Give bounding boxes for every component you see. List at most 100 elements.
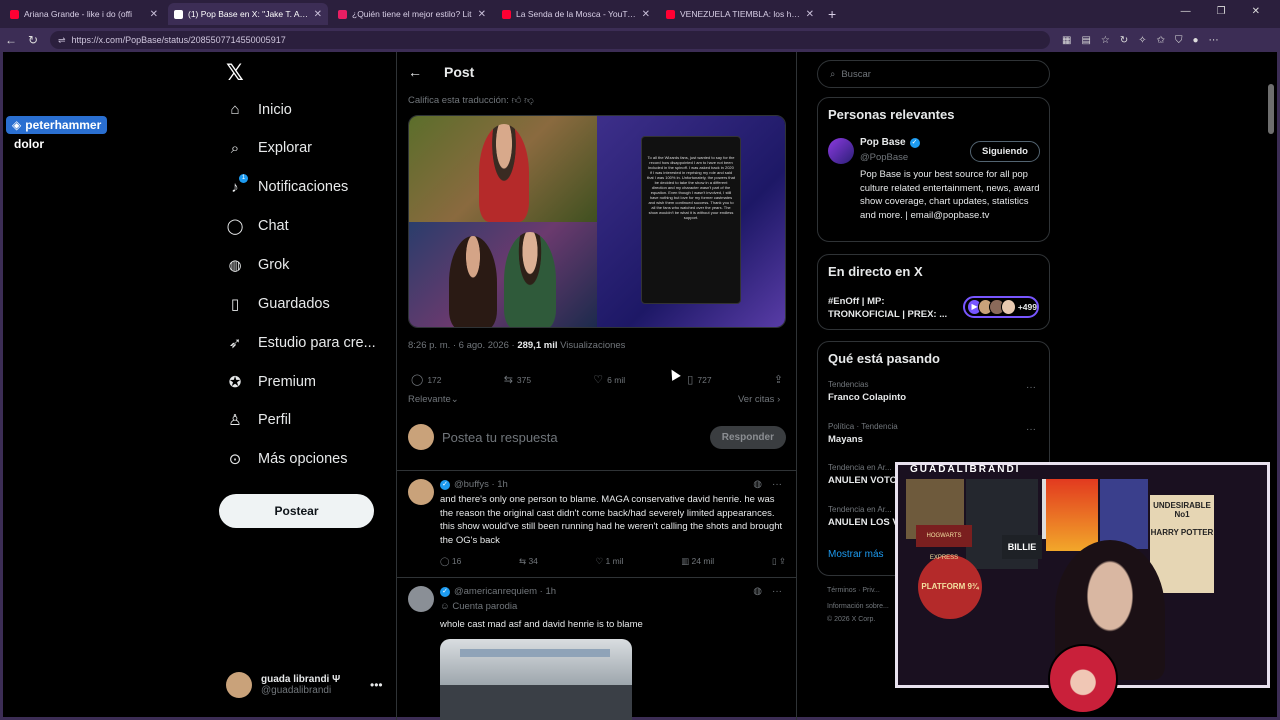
sidebar-item-estudio[interactable]: ➶ Estudio para cre...	[226, 334, 376, 352]
trend-item[interactable]: Política · Tendencia Mayans	[828, 422, 898, 445]
following-button[interactable]: Siguiendo	[970, 141, 1040, 162]
profile-name-text: Pop Base	[860, 137, 906, 148]
reply-tweet[interactable]: ✓ @buffys · 1h ◍ ··· and there's only one …	[408, 479, 786, 571]
x-logo-icon[interactable]: 𝕏	[226, 60, 244, 86]
live-listeners[interactable]: ▶ +499	[963, 296, 1039, 318]
webcam-title: GUADALIBRANDI	[910, 464, 1021, 475]
tab-favicon-icon	[666, 9, 675, 19]
sidebar-item-más[interactable]: ⊙ Más opciones	[226, 450, 348, 469]
show-more-link[interactable]: Mostrar más	[828, 549, 884, 560]
sort-dropdown[interactable]: Relevante⌄	[408, 394, 459, 405]
close-tab-icon[interactable]: ✕	[478, 9, 486, 20]
sidebar-item-explorar[interactable]: ⌕ Explorar	[226, 140, 312, 157]
reply-button[interactable]: ◯ 16	[440, 556, 461, 567]
back-icon[interactable]: ←	[0, 33, 22, 47]
sidebar-item-premium[interactable]: ✪ Premium	[226, 373, 316, 391]
listener-avatar	[1000, 299, 1016, 315]
live-space-title[interactable]: #EnOff | MP: TRONKOFICIAL | PREX: ...	[828, 295, 953, 321]
back-arrow-icon[interactable]: ←	[408, 64, 422, 80]
sidebar-item-label: Perfil	[258, 412, 292, 429]
extensions-icon[interactable]: ✧	[1138, 35, 1146, 46]
close-window-icon[interactable]: ✕	[1252, 6, 1260, 17]
tweet-image[interactable]	[440, 639, 632, 720]
trend-item[interactable]: Tendencia en Ar... ANULEN VOTO	[828, 463, 897, 486]
like-button[interactable]: ♡ 1 mil	[596, 556, 624, 567]
post-actions: ◯ 172 ⇆ 375 ♡ 6 mil ▯ 727 ⇪	[411, 373, 783, 386]
post-media[interactable]: To all the Wizards fans, just wanted to …	[408, 115, 786, 328]
scrollbar[interactable]	[1268, 84, 1274, 134]
chevron-right-icon: ›	[777, 394, 781, 405]
reload-icon[interactable]: ↻	[22, 33, 44, 47]
reply-input[interactable]: Postea tu respuesta	[442, 430, 702, 445]
grok-icon: ◍	[228, 257, 242, 275]
person-figure	[449, 236, 497, 327]
close-tab-icon[interactable]: ✕	[150, 9, 158, 20]
browser-tab[interactable]: Ariana Grande - like i do (offi ✕	[4, 3, 164, 25]
restore-icon[interactable]: ❐	[1217, 6, 1226, 17]
star-icon[interactable]: ☆	[1101, 35, 1110, 46]
profile-name[interactable]: Pop Base ✓	[860, 137, 920, 148]
views-count: 24 mil	[691, 556, 715, 566]
more-dots-icon[interactable]: ···	[772, 479, 782, 490]
sidebar-item-chat[interactable]: ◯ Chat	[226, 217, 289, 235]
avatar	[408, 586, 434, 612]
profile-avatar[interactable]: ●	[1193, 35, 1199, 46]
repost-button[interactable]: ⇆ 375	[504, 373, 531, 386]
sidebar-item-grok[interactable]: ◍ Grok	[226, 256, 289, 274]
browser-tab[interactable]: ¿Quién tiene el mejor estilo? Lit ✕	[332, 3, 492, 25]
trend-item[interactable]: Tendencias Franco Colapinto	[828, 380, 906, 403]
bookmark-button[interactable]: ▯ 727	[687, 373, 711, 386]
bookmark-button[interactable]: ▯ ⇪	[772, 556, 786, 567]
quotes-link[interactable]: Ver citas ›	[738, 394, 780, 405]
url-field[interactable]: ⇌ https://x.com/PopBase/status/208550771…	[50, 31, 1050, 49]
more-icon: ⊙	[228, 451, 242, 469]
bookmark-count: 727	[697, 374, 712, 385]
notification-badge: 1	[239, 173, 248, 183]
sidebar-item-notificaciones[interactable]: ♪ 1 Notificaciones	[226, 173, 348, 196]
footer-links[interactable]: Términos · Priv...	[827, 587, 880, 594]
reader-icon[interactable]: ▤	[1081, 35, 1090, 46]
sidebar-item-perfil[interactable]: ♙ Perfil	[226, 411, 291, 429]
new-tab-icon[interactable]: +	[828, 6, 836, 22]
site-info-icon[interactable]: ⇌	[58, 35, 66, 46]
avatar[interactable]	[828, 138, 854, 164]
post-button[interactable]: Postear	[219, 494, 374, 528]
reply-count: 16	[451, 556, 462, 566]
reply-button[interactable]: ◯ 172	[411, 373, 442, 386]
repost-button[interactable]: ⇆ 34	[519, 556, 538, 567]
views-button[interactable]: ▥ 24 mil	[681, 556, 714, 567]
thumbs-down-icon[interactable]: 👎︎	[524, 95, 534, 106]
shield-icon[interactable]: ⛉	[1175, 35, 1183, 46]
browser-tab[interactable]: VENEZUELA TIEMBLA: los héroes ✕	[660, 3, 820, 25]
minimize-icon[interactable]: —	[1181, 6, 1191, 17]
browser-tab[interactable]: (1) Pop Base en X: "Jake T. Austin ✕	[168, 3, 328, 25]
thumbs-up-icon[interactable]: 👍︎	[512, 95, 522, 106]
chat-icon: ◯	[226, 218, 244, 236]
sidebar-item-inicio[interactable]: ⌂ Inicio	[226, 101, 291, 118]
tweet-handle: @buffys · 1h	[454, 479, 508, 490]
footer-info[interactable]: Información sobre...	[827, 603, 889, 610]
close-tab-icon[interactable]: ✕	[806, 9, 814, 20]
share-button[interactable]: ⇪	[774, 373, 783, 386]
grok-icon[interactable]: ◍	[753, 586, 762, 597]
refresh-page-icon[interactable]: ↻	[1120, 35, 1128, 46]
browser-tab[interactable]: La Senda de la Mosca - YouTube ✕	[496, 3, 656, 25]
reply-submit-button[interactable]: Responder	[709, 425, 786, 449]
account-name: guada librandi Ψ	[261, 674, 341, 685]
hogwarts-sign: HOGWARTS EXPRESS	[916, 525, 972, 561]
favorites-icon[interactable]: ✩	[1157, 35, 1165, 46]
more-dots-icon[interactable]: ···	[1026, 382, 1036, 393]
account-switcher[interactable]: guada librandi Ψ @guadalibrandi •••	[226, 672, 383, 698]
close-tab-icon[interactable]: ✕	[314, 9, 322, 20]
grok-icon[interactable]: ◍	[753, 479, 762, 490]
close-tab-icon[interactable]: ✕	[642, 9, 650, 20]
menu-icon[interactable]: ⋯	[1209, 35, 1219, 46]
more-dots-icon[interactable]: ···	[772, 586, 782, 597]
more-dots-icon[interactable]: ···	[1026, 424, 1036, 435]
sidebar-item-guardados[interactable]: ▯ Guardados	[226, 295, 330, 313]
more-dots-icon[interactable]: •••	[370, 678, 383, 692]
apps-icon[interactable]: ▦	[1062, 35, 1071, 46]
reply-tweet[interactable]: ✓ @americanrequiem · 1h ◍ ··· ☺ Cuenta par…	[408, 586, 786, 636]
search-input[interactable]: ⌕ Buscar	[817, 60, 1050, 88]
like-button[interactable]: ♡ 6 mil	[593, 373, 625, 386]
